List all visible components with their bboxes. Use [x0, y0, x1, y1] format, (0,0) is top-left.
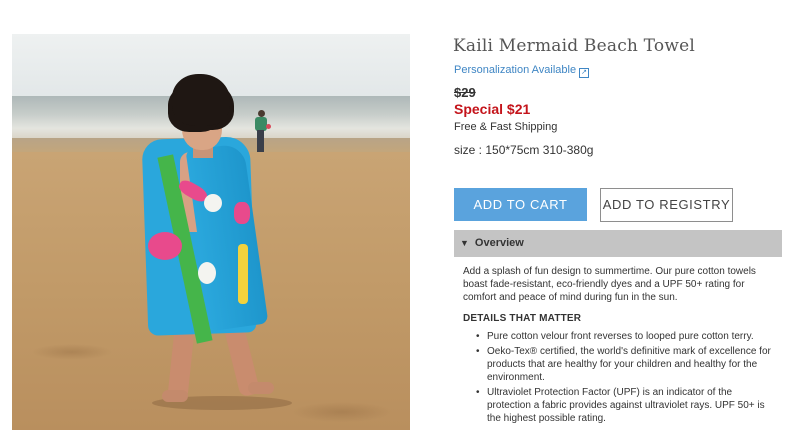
details-list: Pure cotton velour front reverses to loo… [463, 330, 775, 427]
add-to-registry-button[interactable]: ADD TO REGISTRY [600, 188, 733, 222]
photo-background-person-item [266, 124, 271, 129]
shipping-info: Free & Fast Shipping [454, 121, 558, 133]
photo-background-person-legs [257, 130, 264, 152]
triangle-down-icon: ▼ [460, 238, 469, 248]
product-title: Kaili Mermaid Beach Towel [453, 36, 695, 56]
product-photo[interactable] [12, 34, 410, 430]
photo-child-hair [172, 74, 230, 126]
list-item: Pure cotton velour front reverses to loo… [463, 330, 775, 343]
list-item: Oeko-Tex® certified, the world's definit… [463, 345, 775, 384]
overview-label: Overview [474, 237, 524, 249]
details-heading: DETAILS THAT MATTER [463, 313, 582, 324]
add-to-cart-button[interactable]: ADD TO CART [454, 188, 587, 221]
photo-background-person-body [255, 117, 267, 131]
photo-towel-flamingo [234, 202, 250, 224]
special-price: Special $21 [454, 101, 531, 117]
photo-background-person [258, 110, 265, 117]
list-item: Ultraviolet Protection Factor (UPF) is a… [463, 386, 775, 425]
photo-child-foot [162, 390, 188, 402]
photo-towel-stripe [238, 244, 248, 304]
photo-towel-flamingo [148, 232, 182, 260]
photo-towel-dot [204, 194, 222, 212]
personalization-link[interactable]: Personalization Available ↗ [454, 64, 590, 78]
original-price: $29 [454, 85, 476, 100]
overview-accordion-header[interactable]: ▼ Overview [454, 230, 782, 257]
photo-towel-dot [198, 262, 216, 284]
size-info: size : 150*75cm 310-380g [454, 143, 594, 157]
external-link-icon: ↗ [579, 68, 590, 78]
overview-description: Add a splash of fun design to summertime… [463, 266, 756, 303]
photo-child-foot [248, 382, 274, 394]
personalization-label: Personalization Available [454, 64, 577, 76]
